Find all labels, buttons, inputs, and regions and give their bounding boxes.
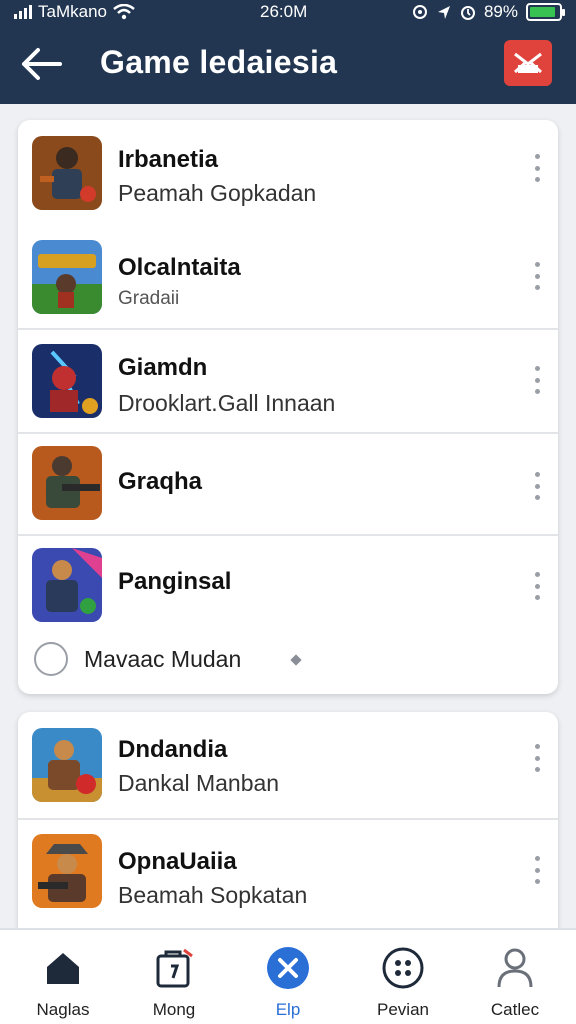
item-name: Graqha xyxy=(118,468,203,495)
list-item[interactable]: Giamdn Drooklart.Gall Innaan xyxy=(18,330,558,434)
item-name: Irbanetia xyxy=(118,146,219,173)
radio-button[interactable] xyxy=(34,642,68,676)
list-item[interactable]: OpnaUaiia Beamah Sopkatan xyxy=(18,820,558,928)
nav-item-more[interactable]: Pevian xyxy=(353,942,453,1022)
status-time: 26:0M xyxy=(260,2,308,21)
more-options-icon[interactable] xyxy=(530,262,544,290)
location-icon xyxy=(437,6,450,19)
nav-label: Naglas xyxy=(36,1000,90,1019)
radio-option-row[interactable]: Mavaac Mudan xyxy=(18,640,558,684)
home-icon xyxy=(41,946,85,990)
more-options-icon[interactable] xyxy=(530,472,544,500)
nav-label: Mong xyxy=(152,1000,196,1019)
alarm-icon xyxy=(412,5,427,19)
diamond-icon xyxy=(290,654,302,666)
radio-label: Mavaac Mudan xyxy=(84,646,242,672)
nav-item-home[interactable]: Naglas xyxy=(13,942,113,1022)
warrior-game-icon xyxy=(32,548,102,622)
bottom-navigation: Naglas Mong Elp Pevian Catlec xyxy=(0,928,576,1024)
item-name: OpnaUaiia xyxy=(118,848,237,875)
back-arrow-icon[interactable] xyxy=(18,44,64,84)
pirate-game-icon xyxy=(32,728,102,802)
list-item[interactable]: Graqha xyxy=(18,434,558,536)
game-list-card: Dndandia Dankal Manban OpnaUaiia Beamah … xyxy=(18,712,558,942)
more-options-icon[interactable] xyxy=(530,154,544,182)
arena-game-icon xyxy=(32,240,102,314)
more-options-icon[interactable] xyxy=(530,366,544,394)
item-subtitle: Drooklart.Gall Innaan xyxy=(118,390,336,416)
status-bar: TaMkano 26:0M 89% xyxy=(0,0,576,26)
nav-label: Elp xyxy=(275,1000,301,1019)
more-options-icon[interactable] xyxy=(530,856,544,884)
timer-icon xyxy=(460,6,475,20)
app-header: TaMkano 26:0M 89% Game ledaiesia xyxy=(0,0,576,104)
dots-circle-icon xyxy=(381,946,425,990)
game-list-card: Irbanetia Peamah Gopkadan Olcalntaita Gr… xyxy=(18,120,558,694)
more-options-icon[interactable] xyxy=(530,744,544,772)
page-title: Game ledaiesia xyxy=(100,44,338,80)
list-item[interactable]: Irbanetia Peamah Gopkadan xyxy=(18,120,558,228)
battery-icon xyxy=(526,3,565,21)
item-name: Panginsal xyxy=(118,568,232,595)
shooter-game-icon xyxy=(32,446,102,520)
list-item[interactable]: Olcalntaita Gradaii xyxy=(18,228,558,330)
item-name: Giamdn xyxy=(118,354,208,381)
wifi-icon xyxy=(113,4,135,20)
soldier-game-icon xyxy=(32,136,102,210)
battery-percent: 89% xyxy=(483,2,518,21)
more-options-icon[interactable] xyxy=(530,572,544,600)
close-circle-icon xyxy=(266,946,310,990)
envelope-icon xyxy=(513,52,543,74)
nav-item-close[interactable]: Elp xyxy=(238,942,338,1022)
nav-item-profile[interactable]: Catlec xyxy=(465,942,565,1022)
nav-label: Pevian xyxy=(377,1000,429,1019)
list-item[interactable]: Dndandia Dankal Manban xyxy=(18,712,558,820)
item-name: Dndandia xyxy=(118,736,228,763)
item-subtitle: Beamah Sopkatan xyxy=(118,882,308,908)
nav-item-bag[interactable]: Mong xyxy=(124,942,224,1022)
person-icon xyxy=(493,946,537,990)
carrier-label: TaMkano xyxy=(38,2,107,21)
item-subtitle: Dankal Manban xyxy=(118,770,280,796)
hero-game-icon xyxy=(32,344,102,418)
list-item[interactable]: Panginsal xyxy=(18,536,558,640)
bag-icon xyxy=(152,946,196,990)
gunner-game-icon xyxy=(32,834,102,908)
nav-label: Catlec xyxy=(490,1000,540,1019)
envelope-button[interactable] xyxy=(504,40,552,86)
item-subtitle: Gradaii xyxy=(118,288,180,309)
item-name: Olcalntaita xyxy=(118,254,241,281)
signal-icon xyxy=(14,5,32,19)
item-subtitle: Peamah Gopkadan xyxy=(118,180,317,206)
